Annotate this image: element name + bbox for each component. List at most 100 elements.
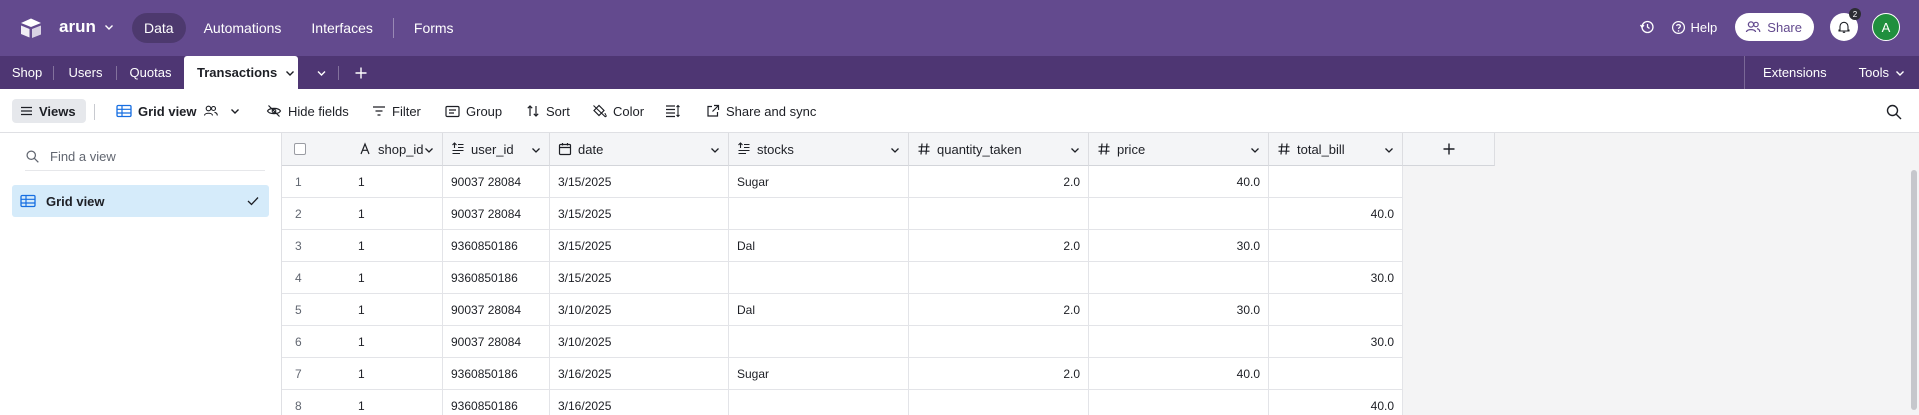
table-cell-shop-id[interactable]: 1 bbox=[350, 166, 443, 198]
view-switcher-button[interactable]: Grid view bbox=[116, 99, 241, 123]
table-cell-date[interactable]: 3/15/2025 bbox=[550, 230, 729, 262]
column-header-shop-id[interactable]: shop_id bbox=[350, 133, 443, 166]
table-cell-user-id[interactable]: 9360850186 bbox=[443, 390, 550, 415]
table-cell-date[interactable]: 3/16/2025 bbox=[550, 358, 729, 390]
table-cell-total-bill[interactable]: 30.0 bbox=[1269, 326, 1403, 358]
views-toggle-button[interactable]: Views bbox=[12, 99, 86, 123]
hide-fields-button[interactable]: Hide fields bbox=[266, 99, 349, 123]
search-icon[interactable] bbox=[1885, 103, 1903, 121]
table-cell-shop-id[interactable]: 1 bbox=[350, 198, 443, 230]
row-number[interactable]: 7 bbox=[282, 358, 350, 390]
table-cell-price[interactable] bbox=[1089, 198, 1269, 230]
tab-shop[interactable]: Shop bbox=[0, 56, 54, 89]
select-all-checkbox[interactable] bbox=[294, 143, 306, 155]
add-field-button[interactable] bbox=[1403, 133, 1495, 166]
table-cell-quantity-taken[interactable]: 2.0 bbox=[909, 230, 1089, 262]
row-number[interactable]: 4 bbox=[282, 262, 350, 294]
base-name-menu[interactable]: arun bbox=[59, 17, 114, 37]
column-header-stocks[interactable]: stocks bbox=[729, 133, 909, 166]
table-cell-total-bill[interactable] bbox=[1269, 230, 1403, 262]
table-cell-quantity-taken[interactable] bbox=[909, 262, 1089, 294]
row-number[interactable]: 5 bbox=[282, 294, 350, 326]
vertical-scrollbar[interactable] bbox=[1911, 170, 1917, 410]
share-sync-button[interactable]: Share and sync bbox=[706, 99, 816, 123]
table-cell-quantity-taken[interactable] bbox=[909, 326, 1089, 358]
table-cell-price[interactable] bbox=[1089, 262, 1269, 294]
table-cell-date[interactable]: 3/16/2025 bbox=[550, 390, 729, 415]
table-cell-price[interactable]: 30.0 bbox=[1089, 294, 1269, 326]
find-view-input[interactable] bbox=[50, 149, 250, 164]
table-cell-user-id[interactable]: 90037 28084 bbox=[443, 166, 550, 198]
table-cell-stocks[interactable]: Sugar bbox=[729, 166, 909, 198]
table-cell-total-bill[interactable] bbox=[1269, 294, 1403, 326]
notifications-button[interactable]: 2 bbox=[1830, 8, 1861, 41]
sort-button[interactable]: Sort bbox=[526, 99, 570, 123]
table-cell-user-id[interactable]: 9360850186 bbox=[443, 358, 550, 390]
all-tables-button[interactable] bbox=[306, 56, 336, 89]
table-cell-quantity-taken[interactable]: 2.0 bbox=[909, 358, 1089, 390]
table-cell-stocks[interactable] bbox=[729, 326, 909, 358]
table-cell-total-bill[interactable]: 40.0 bbox=[1269, 198, 1403, 230]
table-cell-user-id[interactable]: 90037 28084 bbox=[443, 294, 550, 326]
table-cell-shop-id[interactable]: 1 bbox=[350, 230, 443, 262]
row-height-button[interactable] bbox=[665, 99, 681, 123]
table-cell-date[interactable]: 3/10/2025 bbox=[550, 294, 729, 326]
sidebar-view-grid-view[interactable]: Grid view bbox=[12, 185, 269, 217]
table-cell-user-id[interactable]: 90037 28084 bbox=[443, 326, 550, 358]
row-number[interactable]: 3 bbox=[282, 230, 350, 262]
table-cell-stocks[interactable] bbox=[729, 262, 909, 294]
row-number[interactable]: 6 bbox=[282, 326, 350, 358]
tools-button[interactable]: Tools bbox=[1841, 56, 1919, 89]
add-table-button[interactable] bbox=[346, 56, 376, 89]
table-cell-stocks[interactable]: Dal bbox=[729, 230, 909, 262]
table-cell-user-id[interactable]: 90037 28084 bbox=[443, 198, 550, 230]
color-button[interactable]: Color bbox=[592, 99, 644, 123]
table-cell-stocks[interactable]: Sugar bbox=[729, 358, 909, 390]
nav-interfaces[interactable]: Interfaces bbox=[299, 13, 384, 43]
tab-users[interactable]: Users bbox=[54, 56, 117, 89]
table-cell-price[interactable] bbox=[1089, 326, 1269, 358]
table-cell-quantity-taken[interactable]: 2.0 bbox=[909, 166, 1089, 198]
table-cell-quantity-taken[interactable]: 2.0 bbox=[909, 294, 1089, 326]
extensions-button[interactable]: Extensions bbox=[1745, 56, 1841, 89]
table-cell-stocks[interactable] bbox=[729, 198, 909, 230]
nav-data[interactable]: Data bbox=[132, 13, 186, 43]
history-button[interactable] bbox=[1633, 13, 1661, 41]
table-cell-quantity-taken[interactable] bbox=[909, 198, 1089, 230]
nav-forms[interactable]: Forms bbox=[402, 13, 466, 43]
share-button[interactable]: Share bbox=[1735, 13, 1814, 41]
column-header-total-bill[interactable]: total_bill bbox=[1269, 133, 1403, 166]
row-number[interactable]: 1 bbox=[282, 166, 350, 198]
table-cell-user-id[interactable]: 9360850186 bbox=[443, 230, 550, 262]
table-cell-total-bill[interactable] bbox=[1269, 166, 1403, 198]
filter-button[interactable]: Filter bbox=[372, 99, 421, 123]
help-button[interactable]: Help bbox=[1671, 20, 1717, 35]
table-cell-total-bill[interactable]: 30.0 bbox=[1269, 262, 1403, 294]
table-cell-stocks[interactable]: Dal bbox=[729, 294, 909, 326]
table-cell-total-bill[interactable] bbox=[1269, 358, 1403, 390]
column-header-date[interactable]: date bbox=[550, 133, 729, 166]
row-number[interactable]: 8 bbox=[282, 390, 350, 415]
column-header-quantity-taken[interactable]: quantity_taken bbox=[909, 133, 1089, 166]
airtable-logo-icon[interactable] bbox=[19, 17, 43, 39]
table-cell-date[interactable]: 3/15/2025 bbox=[550, 198, 729, 230]
table-cell-shop-id[interactable]: 1 bbox=[350, 294, 443, 326]
table-cell-quantity-taken[interactable] bbox=[909, 390, 1089, 415]
table-cell-total-bill[interactable]: 40.0 bbox=[1269, 390, 1403, 415]
group-button[interactable]: Group bbox=[445, 99, 502, 123]
table-cell-price[interactable]: 40.0 bbox=[1089, 358, 1269, 390]
column-header-price[interactable]: price bbox=[1089, 133, 1269, 166]
row-number[interactable]: 2 bbox=[282, 198, 350, 230]
table-cell-date[interactable]: 3/15/2025 bbox=[550, 262, 729, 294]
table-cell-shop-id[interactable]: 1 bbox=[350, 326, 443, 358]
table-cell-date[interactable]: 3/15/2025 bbox=[550, 166, 729, 198]
table-cell-shop-id[interactable]: 1 bbox=[350, 358, 443, 390]
table-cell-price[interactable] bbox=[1089, 390, 1269, 415]
table-cell-price[interactable]: 40.0 bbox=[1089, 166, 1269, 198]
table-cell-date[interactable]: 3/10/2025 bbox=[550, 326, 729, 358]
column-header-user-id[interactable]: user_id bbox=[443, 133, 550, 166]
table-cell-user-id[interactable]: 9360850186 bbox=[443, 262, 550, 294]
nav-automations[interactable]: Automations bbox=[192, 13, 294, 43]
avatar[interactable]: A bbox=[1872, 13, 1900, 41]
table-cell-shop-id[interactable]: 1 bbox=[350, 262, 443, 294]
